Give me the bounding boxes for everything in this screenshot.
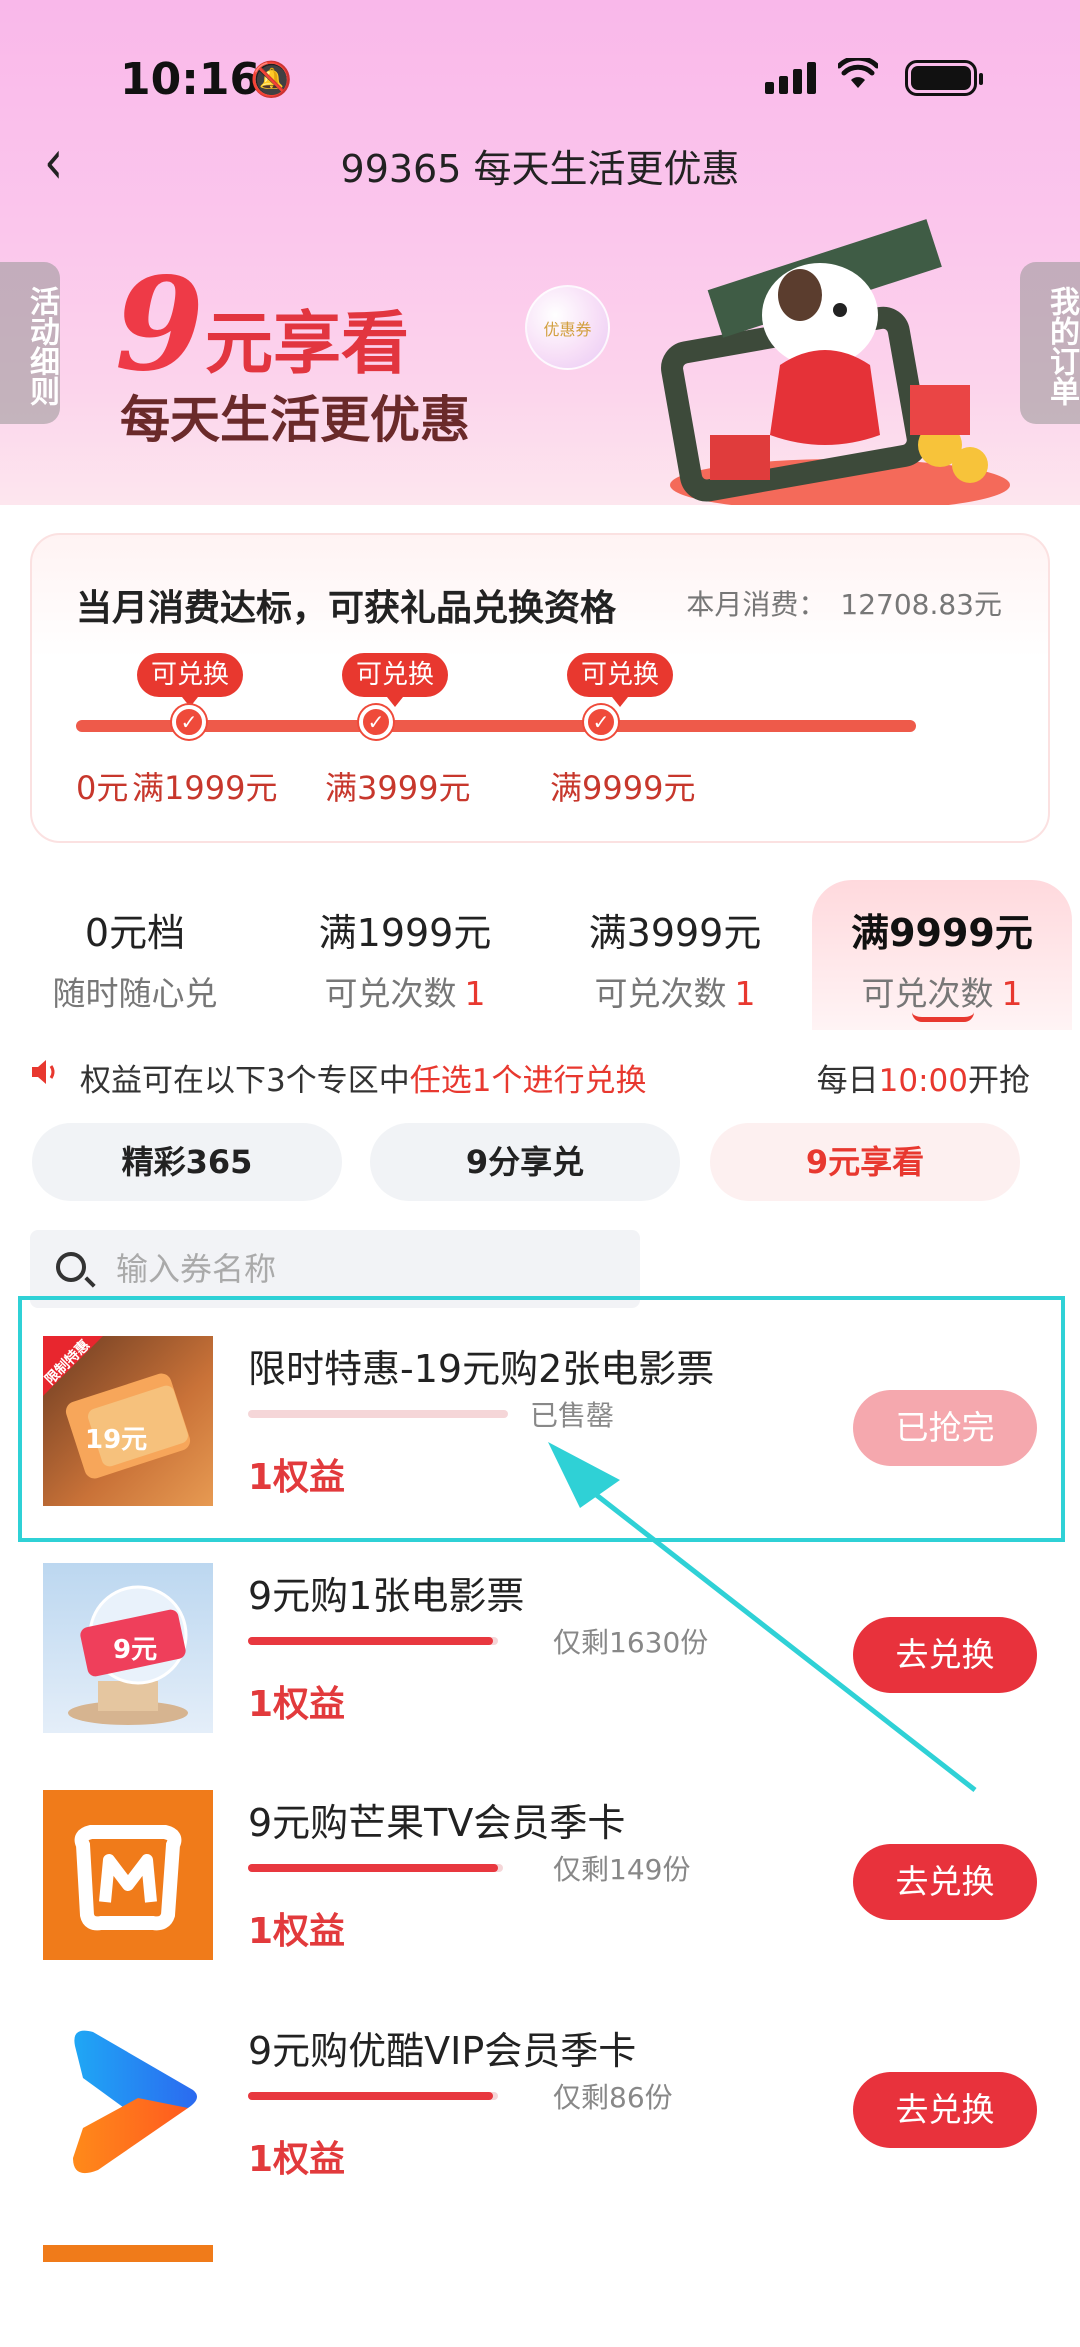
redeemable-badge: 可兑换 bbox=[342, 653, 448, 707]
redeem-button[interactable]: 去兑换 bbox=[853, 2072, 1037, 2148]
tier-sub: 随时随心兑 bbox=[52, 974, 218, 1013]
search-icon bbox=[56, 1252, 86, 1282]
notice-highlight: 任选1个进行兑换 bbox=[409, 1063, 647, 1099]
battery-icon bbox=[905, 60, 983, 96]
mango-tv-logo-icon bbox=[43, 1790, 213, 1960]
promo-nine: 9 bbox=[115, 250, 205, 400]
highlight-box bbox=[18, 1296, 1065, 1542]
tier-count: 1 bbox=[734, 974, 756, 1013]
notice-right-time: 10:00 bbox=[878, 1063, 968, 1099]
monthly-spend: 本月消费： 12708.83元 bbox=[686, 583, 1002, 623]
signal-icon bbox=[765, 62, 816, 94]
stock-remaining: 仅剩1630份 bbox=[553, 1626, 709, 1659]
tab-tier-0[interactable]: 0元档 随时随心兑 bbox=[5, 880, 265, 1030]
search-input[interactable] bbox=[116, 1244, 616, 1294]
redeemable-badge: 可兑换 bbox=[137, 653, 243, 707]
tab-tier-9999[interactable]: 满9999元 可兑次数 1 bbox=[812, 880, 1072, 1030]
tier-sub: 可兑次数 bbox=[594, 974, 727, 1013]
stock-progress-fill bbox=[248, 1637, 493, 1645]
stock-remaining: 仅剩86份 bbox=[553, 2081, 673, 2114]
notice-text: 权益可在以下3个专区中任选1个进行兑换 bbox=[80, 1055, 646, 1100]
notice-bar: 权益可在以下3个专区中任选1个进行兑换 每日10:00开抢 bbox=[28, 1053, 1058, 1100]
tier-sub: 可兑次数 bbox=[861, 974, 994, 1013]
movie-ticket-thumbnail: 9元 bbox=[43, 1563, 213, 1733]
page-title: 99365 每天生活更优惠 bbox=[340, 147, 740, 191]
notice-prefix: 权益可在以下3个专区中 bbox=[80, 1063, 410, 1099]
check-icon: ✓ bbox=[172, 705, 206, 739]
tier-name: 满1999元 bbox=[318, 911, 492, 955]
zone-tab-9fen[interactable]: 9分享兑 bbox=[370, 1123, 680, 1201]
tier-count: 1 bbox=[1001, 974, 1023, 1013]
milestone-label: 满9999元 bbox=[550, 769, 696, 807]
redeem-button[interactable]: 去兑换 bbox=[853, 1617, 1037, 1693]
promo-headline: 元享看 bbox=[205, 305, 410, 384]
page-fade bbox=[0, 2262, 1080, 2347]
active-tab-indicator bbox=[912, 1012, 974, 1022]
tier-tabs: 0元档 随时随心兑 满1999元 可兑次数 1 满3999元 可兑次数 1 满999… bbox=[0, 880, 1080, 1030]
redeemable-badge: 可兑换 bbox=[567, 653, 673, 707]
thumb-price-text: 9元 bbox=[113, 1635, 157, 1665]
milestone-label: 满1999元 bbox=[132, 769, 278, 807]
monthly-spend-value: 12708.83元 bbox=[840, 588, 1002, 621]
tier-count: 1 bbox=[464, 974, 486, 1013]
benefit-count: 1权益 bbox=[248, 2139, 346, 2180]
stock-progress-bar bbox=[248, 2092, 498, 2100]
monthly-spend-label: 本月消费： bbox=[686, 588, 827, 621]
stock-remaining: 仅剩149份 bbox=[553, 1853, 691, 1886]
nav-bar: ‹ 99365 每天生活更优惠 bbox=[0, 120, 1080, 200]
stock-progress-fill bbox=[248, 2092, 493, 2100]
milestone-label: 满3999元 bbox=[325, 769, 471, 807]
my-orders-tab[interactable]: 我的订单 bbox=[1020, 262, 1080, 424]
status-time: 10:16 bbox=[120, 54, 261, 105]
item-title: 9元购1张电影票 bbox=[248, 1574, 525, 1618]
notice-right-prefix: 每日 bbox=[816, 1063, 879, 1099]
tier-name: 满3999元 bbox=[588, 911, 762, 955]
wifi-icon bbox=[836, 55, 880, 99]
tier-sub: 可兑次数 bbox=[324, 974, 457, 1013]
redeem-button[interactable]: 去兑换 bbox=[853, 1844, 1037, 1920]
check-icon: ✓ bbox=[584, 705, 618, 739]
item-title: 9元购芒果TV会员季卡 bbox=[248, 1801, 626, 1845]
stock-progress-bar bbox=[248, 1864, 503, 1872]
list-item: 9元购优酷VIP会员季卡 仅剩86份 1权益 去兑换 bbox=[0, 1980, 1080, 2208]
coupon-bubble: 优惠券 bbox=[525, 285, 610, 370]
header-banner: 10:16 🔕 ‹ 99365 每天生活更优惠 活动细则 我的订单 9 元享看 … bbox=[0, 0, 1080, 505]
status-bar: 10:16 🔕 bbox=[0, 40, 1080, 120]
stock-progress-fill bbox=[248, 1864, 498, 1872]
speaker-icon bbox=[28, 1055, 62, 1097]
promo-subline: 每天生活更优惠 bbox=[120, 391, 470, 449]
benefit-count: 1权益 bbox=[248, 1684, 346, 1725]
item-title: 9元购优酷VIP会员季卡 bbox=[248, 2029, 637, 2073]
benefit-count: 1权益 bbox=[248, 1911, 346, 1952]
bell-muted-icon: 🔕 bbox=[250, 60, 293, 100]
tier-name: 0元档 bbox=[84, 911, 186, 955]
zone-tab-jingcai365[interactable]: 精彩365 bbox=[32, 1123, 342, 1201]
youku-logo-icon bbox=[43, 2018, 213, 2188]
daily-start-time: 每日10:00开抢 bbox=[817, 1055, 1030, 1100]
stock-progress-bar bbox=[248, 1637, 498, 1645]
tab-tier-3999[interactable]: 满3999元 可兑次数 1 bbox=[545, 880, 805, 1030]
tier-name: 满9999元 bbox=[851, 911, 1033, 955]
tab-tier-1999[interactable]: 满1999元 可兑次数 1 bbox=[275, 880, 535, 1030]
activity-rules-tab[interactable]: 活动细则 bbox=[0, 262, 60, 424]
check-icon: ✓ bbox=[359, 705, 393, 739]
milestone-label: 0元 bbox=[76, 769, 129, 807]
list-item: 9元 9元购1张电影票 仅剩1630份 1权益 去兑换 bbox=[0, 1525, 1080, 1753]
spend-progress-card: 当月消费达标，可获礼品兑换资格 本月消费： 12708.83元 可兑换 可兑换 可… bbox=[30, 533, 1050, 843]
notice-right-suffix: 开抢 bbox=[968, 1063, 1030, 1099]
list-item: 9元购芒果TV会员季卡 仅剩149份 1权益 去兑换 bbox=[0, 1752, 1080, 1980]
mascot-illustration bbox=[661, 219, 1010, 505]
progress-title: 当月消费达标，可获礼品兑换资格 bbox=[76, 588, 617, 629]
zone-tab-9yuan[interactable]: 9元享看 bbox=[710, 1123, 1020, 1201]
